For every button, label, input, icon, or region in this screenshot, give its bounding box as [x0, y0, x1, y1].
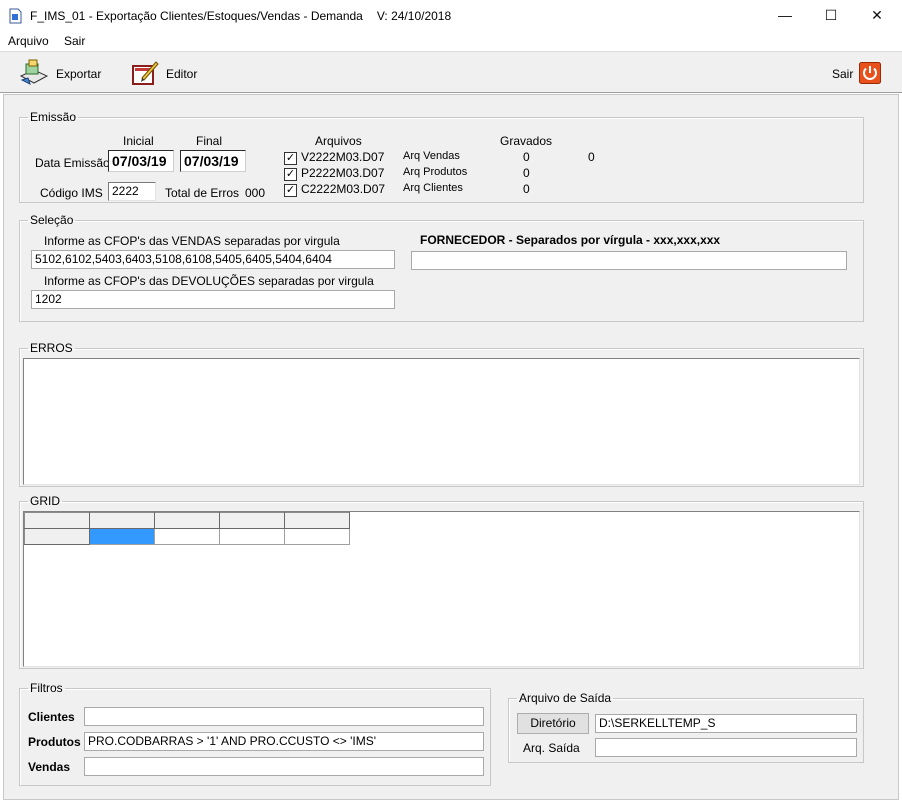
total-erros-value: 000 [245, 186, 266, 200]
cfop-vendas-label: Informe as CFOP's das VENDAS separadas p… [44, 234, 340, 248]
grid-cell[interactable] [284, 528, 350, 545]
exportar-button[interactable]: Exportar [18, 58, 101, 90]
arq-vendas-gravados: 0 [523, 150, 530, 164]
maximize-button[interactable]: ☐ [808, 0, 854, 32]
arq-produtos-file: P2222M03.D07 [301, 166, 385, 180]
selecao-group: Seleção Informe as CFOP's das VENDAS sep… [19, 213, 864, 322]
editor-icon [130, 58, 160, 91]
fornecedor-label: FORNECEDOR - Separados por vírgula - xxx… [420, 233, 721, 247]
export-icon [18, 58, 50, 91]
grid-cell[interactable] [154, 528, 220, 545]
diretorio-input[interactable]: D:\SERKELLTEMP_S [595, 714, 857, 733]
cfop-devolucoes-input[interactable]: 1202 [31, 290, 395, 309]
cfop-vendas-input[interactable]: 5102,6102,5403,6403,5108,6108,5405,6405,… [31, 250, 395, 269]
exportar-label: Exportar [56, 67, 102, 81]
grid-header-cell[interactable] [89, 512, 155, 529]
filtro-clientes-label: Clientes [28, 710, 75, 724]
total-erros-label: Total de Erros [165, 186, 240, 200]
codigo-ims-label: Código IMS [40, 186, 103, 200]
arq-clientes-checkbox[interactable]: ✓ [284, 184, 297, 197]
arq-vendas-desc: Arq Vendas [403, 150, 460, 162]
inicial-label: Inicial [123, 134, 154, 148]
grid-legend: GRID [30, 494, 60, 508]
title-bar: F_IMS_01 - Exportação Clientes/Estoques/… [0, 0, 902, 32]
menu-arquivo[interactable]: Arquivo [8, 34, 49, 48]
arquivo-saida-legend: Arquivo de Saída [519, 691, 612, 705]
grid-row-header-cell[interactable] [24, 528, 90, 545]
emissao-legend: Emissão [30, 110, 77, 124]
arq-produtos-desc: Arq Produtos [403, 166, 468, 178]
filtros-group: Filtros Clientes Produtos PRO.CODBARRAS … [19, 681, 491, 786]
arq-produtos-gravados: 0 [523, 166, 530, 180]
grid-table [24, 512, 350, 545]
menu-sair[interactable]: Sair [64, 34, 85, 48]
erros-group: ERROS [19, 341, 864, 487]
arq-saida-input[interactable] [595, 738, 857, 757]
filtro-vendas-label: Vendas [28, 760, 71, 774]
grid-cell[interactable] [219, 528, 285, 545]
data-final-input[interactable]: 07/03/19 [180, 150, 246, 172]
filtro-vendas-input[interactable] [84, 757, 484, 776]
erros-memo[interactable] [23, 358, 860, 485]
fornecedor-input[interactable] [411, 251, 847, 270]
grid-header-row [24, 512, 350, 529]
window-version: V: 24/10/2018 [376, 9, 452, 23]
cfop-devolucoes-label: Informe as CFOP's das DEVOLUÇÕES separad… [44, 274, 374, 288]
power-icon [859, 61, 882, 87]
client-area: Emissão Inicial Final Data Emissão 07/03… [3, 94, 899, 800]
arquivos-header: Arquivos [315, 134, 362, 148]
emissao-group: Emissão Inicial Final Data Emissão 07/03… [19, 110, 864, 203]
arq-produtos-checkbox[interactable]: ✓ [284, 168, 297, 181]
erros-legend: ERROS [30, 341, 73, 355]
minimize-button[interactable]: — [762, 0, 808, 32]
codigo-ims-input[interactable]: 2222 [108, 182, 156, 201]
close-button[interactable]: ✕ [854, 0, 900, 32]
grid-header-cell[interactable] [284, 512, 350, 529]
data-grid[interactable] [23, 511, 860, 667]
arq-clientes-gravados: 0 [523, 182, 530, 196]
grid-selected-cell[interactable] [89, 528, 155, 545]
filtro-produtos-input[interactable]: PRO.CODBARRAS > '1' AND PRO.CCUSTO <> 'I… [84, 732, 484, 751]
filtro-clientes-input[interactable] [84, 707, 484, 726]
grid-header-cell[interactable] [154, 512, 220, 529]
sair-label: Sair [832, 67, 854, 81]
grid-header-cell[interactable] [219, 512, 285, 529]
sair-button[interactable]: Sair [832, 58, 882, 90]
arq-clientes-file: C2222M03.D07 [301, 182, 386, 196]
selecao-legend: Seleção [30, 213, 74, 227]
editor-button[interactable]: Editor [130, 58, 197, 90]
arq-saida-label: Arq. Saída [523, 741, 580, 755]
arq-clientes-desc: Arq Clientes [403, 182, 463, 194]
grid-group: GRID [19, 494, 864, 669]
window-title: F_IMS_01 - Exportação Clientes/Estoques/… [30, 9, 451, 23]
filtros-legend: Filtros [30, 681, 63, 695]
gravados-header: Gravados [500, 134, 553, 148]
toolbar: Exportar Editor Sair [0, 51, 902, 93]
editor-label: Editor [166, 67, 198, 81]
window-title-text: F_IMS_01 - Exportação Clientes/Estoques/… [30, 9, 363, 23]
arq-vendas-checkbox[interactable]: ✓ [284, 152, 297, 165]
filtro-produtos-label: Produtos [28, 735, 81, 749]
gravados-extra-value: 0 [588, 150, 595, 164]
final-label: Final [196, 134, 223, 148]
diretorio-button[interactable]: Diretório [517, 713, 589, 734]
arquivo-saida-group: Arquivo de Saída Diretório D:\SERKELLTEM… [508, 691, 864, 763]
grid-row [24, 528, 350, 545]
data-emissao-label: Data Emissão [35, 156, 110, 170]
app-icon [9, 8, 22, 24]
grid-corner-cell [24, 512, 90, 529]
data-inicial-input[interactable]: 07/03/19 [108, 150, 174, 172]
menu-bar: Arquivo Sair [0, 32, 902, 51]
arq-vendas-file: V2222M03.D07 [301, 150, 385, 164]
